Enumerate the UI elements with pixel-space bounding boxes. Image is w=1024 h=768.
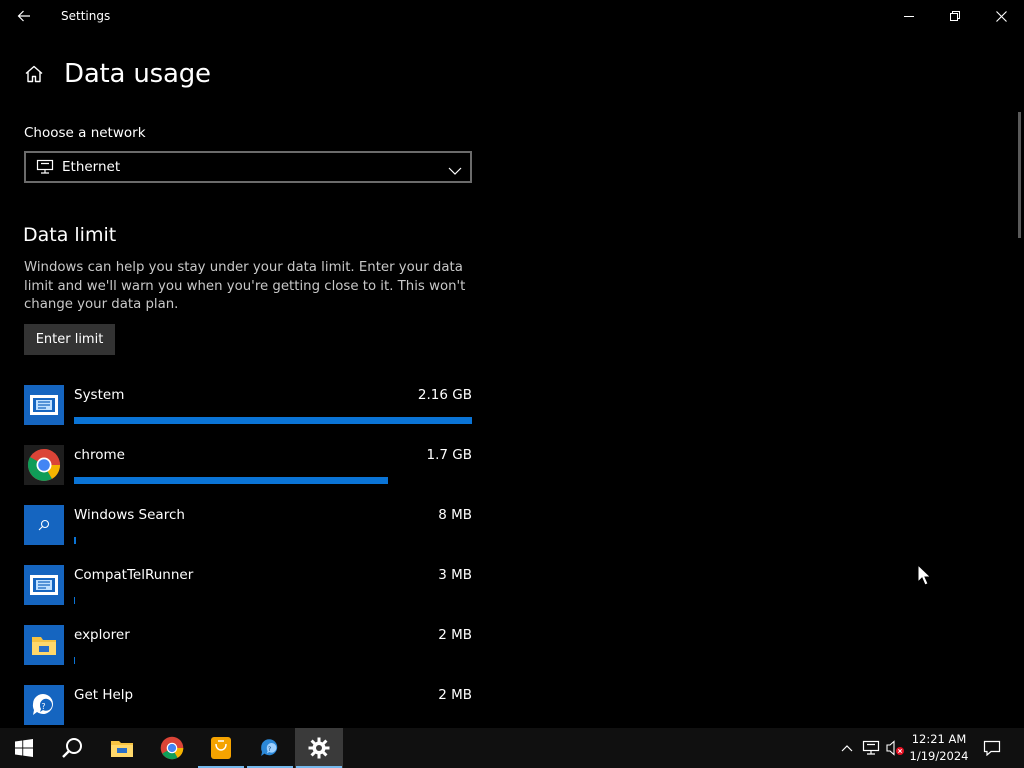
window-title: Settings bbox=[61, 9, 111, 23]
chevron-down-icon bbox=[448, 161, 462, 180]
app-name: chrome bbox=[74, 447, 125, 463]
document-app-icon bbox=[211, 737, 231, 759]
app-name: CompatTelRunner bbox=[74, 567, 194, 583]
svg-text:?: ? bbox=[268, 745, 271, 753]
page-header: Data usage bbox=[22, 56, 211, 92]
app-usage-row: chrome 1.7 GB bbox=[24, 445, 472, 501]
start-button[interactable] bbox=[0, 728, 48, 768]
search-icon bbox=[62, 738, 82, 758]
get-help-icon: ? bbox=[24, 685, 64, 725]
home-button[interactable] bbox=[22, 62, 46, 86]
app-usage-row: Windows Search 8 MB bbox=[24, 505, 472, 561]
scrollbar-thumb[interactable] bbox=[1018, 112, 1021, 238]
search-app-icon bbox=[24, 505, 64, 545]
app-usage-bar bbox=[74, 657, 75, 664]
system-app-icon bbox=[24, 565, 64, 605]
network-dropdown[interactable]: Ethernet bbox=[24, 151, 472, 183]
close-icon bbox=[995, 10, 1007, 22]
app-data-size: 1.7 GB bbox=[426, 447, 472, 463]
app-name: System bbox=[74, 387, 125, 403]
app-usage-bar bbox=[74, 597, 75, 604]
taskbar-app-orange[interactable] bbox=[197, 728, 245, 768]
data-limit-description: Windows can help you stay under your dat… bbox=[24, 260, 466, 313]
volume-muted-icon bbox=[886, 740, 904, 756]
app-usage-bar bbox=[74, 477, 388, 484]
app-data-size: 2 MB bbox=[438, 687, 472, 703]
network-label: Choose a network bbox=[24, 125, 146, 141]
app-usage-row: explorer 2 MB bbox=[24, 625, 472, 681]
taskbar: ? 12:21 AM 1/19/2024 bbox=[0, 728, 1024, 768]
ethernet-icon bbox=[862, 740, 880, 755]
restore-icon bbox=[950, 11, 960, 21]
windows-logo-icon bbox=[15, 739, 33, 757]
volume-tray-button[interactable] bbox=[885, 738, 905, 758]
chrome-icon bbox=[24, 445, 64, 485]
app-data-size: 3 MB bbox=[438, 567, 472, 583]
taskbar-chrome[interactable] bbox=[148, 728, 196, 768]
close-button[interactable] bbox=[978, 0, 1024, 32]
page-title: Data usage bbox=[64, 59, 211, 89]
taskbar-settings[interactable] bbox=[295, 728, 343, 768]
app-usage-row: CompatTelRunner 3 MB bbox=[24, 565, 472, 621]
app-data-size: 2 MB bbox=[438, 627, 472, 643]
app-usage-row: ? Get Help 2 MB bbox=[24, 685, 472, 725]
gear-icon bbox=[308, 737, 330, 759]
app-data-size: 2.16 GB bbox=[417, 387, 472, 403]
taskbar-get-help[interactable]: ? bbox=[246, 728, 294, 768]
get-help-icon: ? bbox=[261, 739, 278, 756]
app-usage-row: System 2.16 GB bbox=[24, 385, 472, 441]
home-icon bbox=[25, 65, 43, 83]
folder-icon bbox=[111, 741, 133, 757]
clock-time: 12:21 AM bbox=[911, 732, 967, 746]
restore-button[interactable] bbox=[932, 0, 978, 32]
action-center-button[interactable] bbox=[982, 738, 1002, 758]
network-tray-button[interactable] bbox=[861, 738, 881, 758]
app-usage-bar bbox=[74, 537, 76, 544]
title-bar: Settings bbox=[0, 0, 1024, 32]
app-usage-bar bbox=[74, 417, 472, 424]
clock-date: 1/19/2024 bbox=[909, 749, 969, 763]
show-hidden-icons-button[interactable] bbox=[837, 738, 857, 758]
svg-text:?: ? bbox=[41, 702, 45, 711]
back-arrow-icon bbox=[17, 10, 30, 22]
taskbar-explorer[interactable] bbox=[98, 728, 146, 768]
minimize-button[interactable] bbox=[886, 0, 932, 32]
app-data-size: 8 MB bbox=[438, 507, 472, 523]
network-selected-value: Ethernet bbox=[62, 159, 121, 175]
chevron-up-icon bbox=[841, 745, 853, 752]
system-app-icon bbox=[24, 385, 64, 425]
system-clock[interactable]: 12:21 AM 1/19/2024 bbox=[906, 731, 972, 765]
mouse-cursor-icon bbox=[917, 563, 932, 590]
data-limit-heading: Data limit bbox=[23, 224, 117, 246]
app-name: Get Help bbox=[74, 687, 134, 703]
app-name: explorer bbox=[74, 627, 130, 643]
notification-icon bbox=[983, 740, 1001, 756]
app-name: Windows Search bbox=[74, 507, 185, 523]
back-button[interactable] bbox=[12, 6, 36, 26]
minimize-icon bbox=[904, 16, 914, 17]
ethernet-icon bbox=[36, 159, 54, 179]
search-button[interactable] bbox=[48, 728, 96, 768]
folder-icon bbox=[24, 625, 64, 665]
enter-limit-button[interactable]: Enter limit bbox=[24, 324, 115, 355]
chrome-icon bbox=[160, 736, 184, 760]
